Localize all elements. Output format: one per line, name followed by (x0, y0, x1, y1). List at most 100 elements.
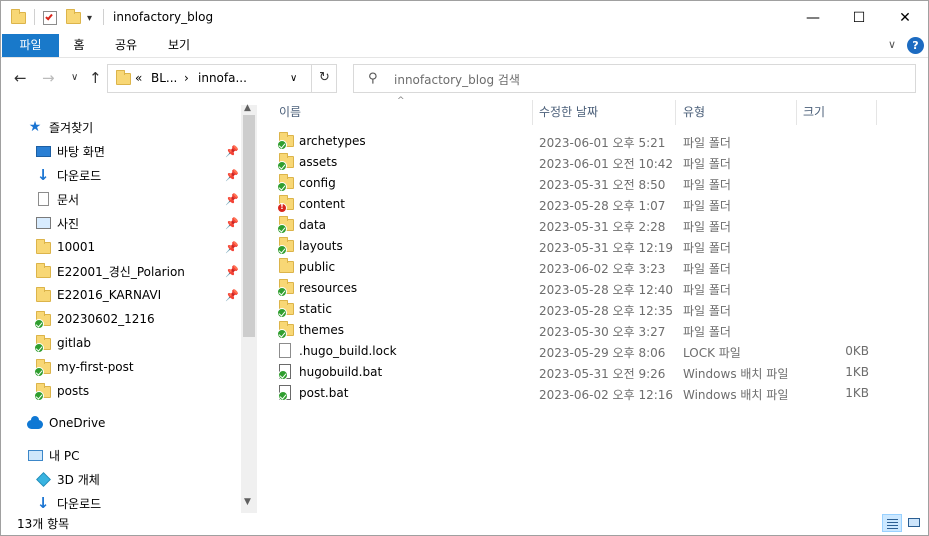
file-type: 파일 폴더 (683, 178, 731, 192)
file-size: 1KB (845, 365, 869, 379)
breadcrumb-separator[interactable]: › (184, 71, 189, 85)
file-row[interactable]: themes 2023-05-30 오후 3:27 파일 폴더 (274, 320, 874, 341)
nav-item-20230602[interactable]: 20230602_1216 (33, 307, 155, 331)
nav-item-e22016[interactable]: E22016_KARNAVI (35, 283, 161, 307)
nav-item-pictures[interactable]: 사진 (35, 211, 79, 235)
column-header-date[interactable]: 수정한 날짜 (539, 100, 673, 125)
column-header-size[interactable]: 크기 (803, 100, 875, 125)
nav-item-e22001[interactable]: E22001_경신_Polarion (35, 259, 185, 283)
minimize-button[interactable]: — (790, 1, 836, 34)
up-button[interactable]: ↑ (89, 69, 102, 87)
column-header-name[interactable]: 이름 (279, 100, 531, 125)
help-icon[interactable]: ? (907, 37, 924, 54)
nav-label: 다운로드 (57, 168, 102, 183)
file-type: LOCK 파일 (683, 346, 741, 360)
column-header-type[interactable]: 유형 (683, 100, 793, 125)
scroll-down-icon[interactable]: ▼ (244, 497, 251, 507)
titlebar-divider (34, 9, 35, 25)
nav-item-downloads[interactable]: ↓ 다운로드 (35, 163, 101, 187)
nav-label: OneDrive (49, 416, 106, 430)
pin-icon: 📌 (225, 169, 239, 182)
nav-item-3d-objects[interactable]: 3D 개체 (35, 467, 100, 491)
tab-file[interactable]: 파일 (2, 34, 59, 57)
tab-home[interactable]: 홈 (67, 34, 91, 57)
file-date: 2023-05-28 오후 1:07 (539, 199, 666, 213)
close-button[interactable]: ✕ (882, 1, 928, 34)
file-row[interactable]: static 2023-05-28 오후 12:35 파일 폴더 (274, 299, 874, 320)
file-row[interactable]: .hugo_build.lock 2023-05-29 오후 8:06 LOCK 파… (274, 341, 874, 362)
nav-onedrive[interactable]: OneDrive (27, 411, 105, 435)
file-row[interactable]: data 2023-05-31 오후 2:28 파일 폴더 (274, 215, 874, 236)
file-date: 2023-06-01 오전 10:42 (539, 157, 674, 171)
folder-synced-icon (277, 216, 294, 234)
file-row[interactable]: hugobuild.bat 2023-05-31 오전 9:26 Windows 배… (274, 362, 874, 383)
file-row[interactable]: resources 2023-05-28 오후 12:40 파일 폴더 (274, 278, 874, 299)
nav-quick-access[interactable]: ★ 즐겨찾기 (27, 115, 93, 139)
file-type: 파일 폴더 (683, 262, 731, 276)
file-date: 2023-05-28 오후 12:40 (539, 283, 674, 297)
file-row[interactable]: post.bat 2023-06-02 오후 12:16 Windows 배치 파일… (274, 383, 874, 404)
nav-item-desktop[interactable]: 바탕 화면 (35, 139, 105, 163)
search-box[interactable]: ⚲ innofactory_blog 검색 (353, 64, 916, 93)
pin-icon: 📌 (225, 289, 239, 302)
folder-icon (35, 287, 51, 303)
tab-share[interactable]: 공유 (111, 34, 141, 57)
nav-scrollbar-thumb[interactable] (243, 115, 255, 337)
maximize-button[interactable]: ☐ (836, 1, 882, 34)
recent-locations-button[interactable]: ∨ (71, 72, 78, 83)
forward-button[interactable]: → (42, 69, 55, 87)
file-type: 파일 폴더 (683, 220, 731, 234)
folder-synced-icon (33, 383, 51, 401)
file-date: 2023-06-02 오후 12:16 (539, 388, 674, 402)
details-view-button[interactable] (882, 514, 902, 532)
file-type: 파일 폴더 (683, 199, 731, 213)
address-bar[interactable]: « BL... › innofa... ∨ (107, 64, 337, 93)
search-input[interactable]: innofactory_blog 검색 (394, 71, 520, 88)
address-dropdown-icon[interactable]: ∨ (290, 73, 297, 84)
file-row[interactable]: public 2023-06-02 오후 3:23 파일 폴더 (274, 257, 874, 278)
documents-icon (35, 191, 51, 207)
file-row[interactable]: assets 2023-06-01 오전 10:42 파일 폴더 (274, 152, 874, 173)
file-row[interactable]: config 2023-05-31 오전 8:50 파일 폴더 (274, 173, 874, 194)
breadcrumb-segment[interactable]: innofa... (198, 71, 247, 85)
nav-item-pc-downloads[interactable]: ↓ 다운로드 (35, 491, 101, 513)
refresh-button[interactable]: ↻ (311, 64, 337, 93)
properties-icon[interactable] (43, 9, 57, 27)
status-item-count: 13개 항목 (17, 517, 70, 531)
nav-label: 다운로드 (57, 496, 102, 511)
nav-item-documents[interactable]: 문서 (35, 187, 79, 211)
file-row[interactable]: layouts 2023-05-31 오후 12:19 파일 폴더 (274, 236, 874, 257)
titlebar-divider (103, 9, 104, 25)
pin-icon: 📌 (225, 193, 239, 206)
title-bar: ▾ innofactory_blog — ☐ ✕ (1, 1, 928, 34)
column-divider[interactable] (675, 100, 676, 125)
file-name: archetypes (299, 134, 366, 148)
column-divider[interactable] (532, 100, 533, 125)
nav-this-pc[interactable]: 내 PC (27, 443, 79, 467)
nav-item-10001[interactable]: 10001 (35, 235, 95, 259)
folder-synced-icon (277, 237, 294, 255)
back-button[interactable]: ← (14, 69, 27, 87)
folder-synced-icon (277, 300, 294, 318)
column-divider[interactable] (876, 100, 877, 125)
pin-icon: 📌 (225, 145, 239, 158)
breadcrumb-segment[interactable]: BL... (151, 71, 177, 85)
file-row[interactable]: archetypes 2023-06-01 오후 5:21 파일 폴더 (274, 131, 874, 152)
tab-view[interactable]: 보기 (164, 34, 194, 57)
new-folder-icon[interactable] (66, 9, 81, 27)
customize-toolbar-icon[interactable]: ▾ (87, 9, 92, 27)
large-icons-view-button[interactable] (904, 514, 924, 532)
nav-item-posts[interactable]: posts (33, 379, 89, 403)
scroll-up-icon[interactable]: ▲ (244, 103, 251, 113)
nav-item-my-first-post[interactable]: my-first-post (33, 355, 134, 379)
nav-item-gitlab[interactable]: gitlab (33, 331, 91, 355)
nav-label: 문서 (57, 192, 80, 207)
folder-synced-icon (33, 311, 51, 329)
file-type: 파일 폴더 (683, 283, 731, 297)
nav-label: 사진 (57, 216, 80, 231)
breadcrumb-overflow[interactable]: « (135, 71, 142, 85)
file-type: 파일 폴더 (683, 304, 731, 318)
expand-ribbon-icon[interactable]: ∨ (888, 38, 896, 51)
column-divider[interactable] (796, 100, 797, 125)
file-row[interactable]: content 2023-05-28 오후 1:07 파일 폴더 (274, 194, 874, 215)
